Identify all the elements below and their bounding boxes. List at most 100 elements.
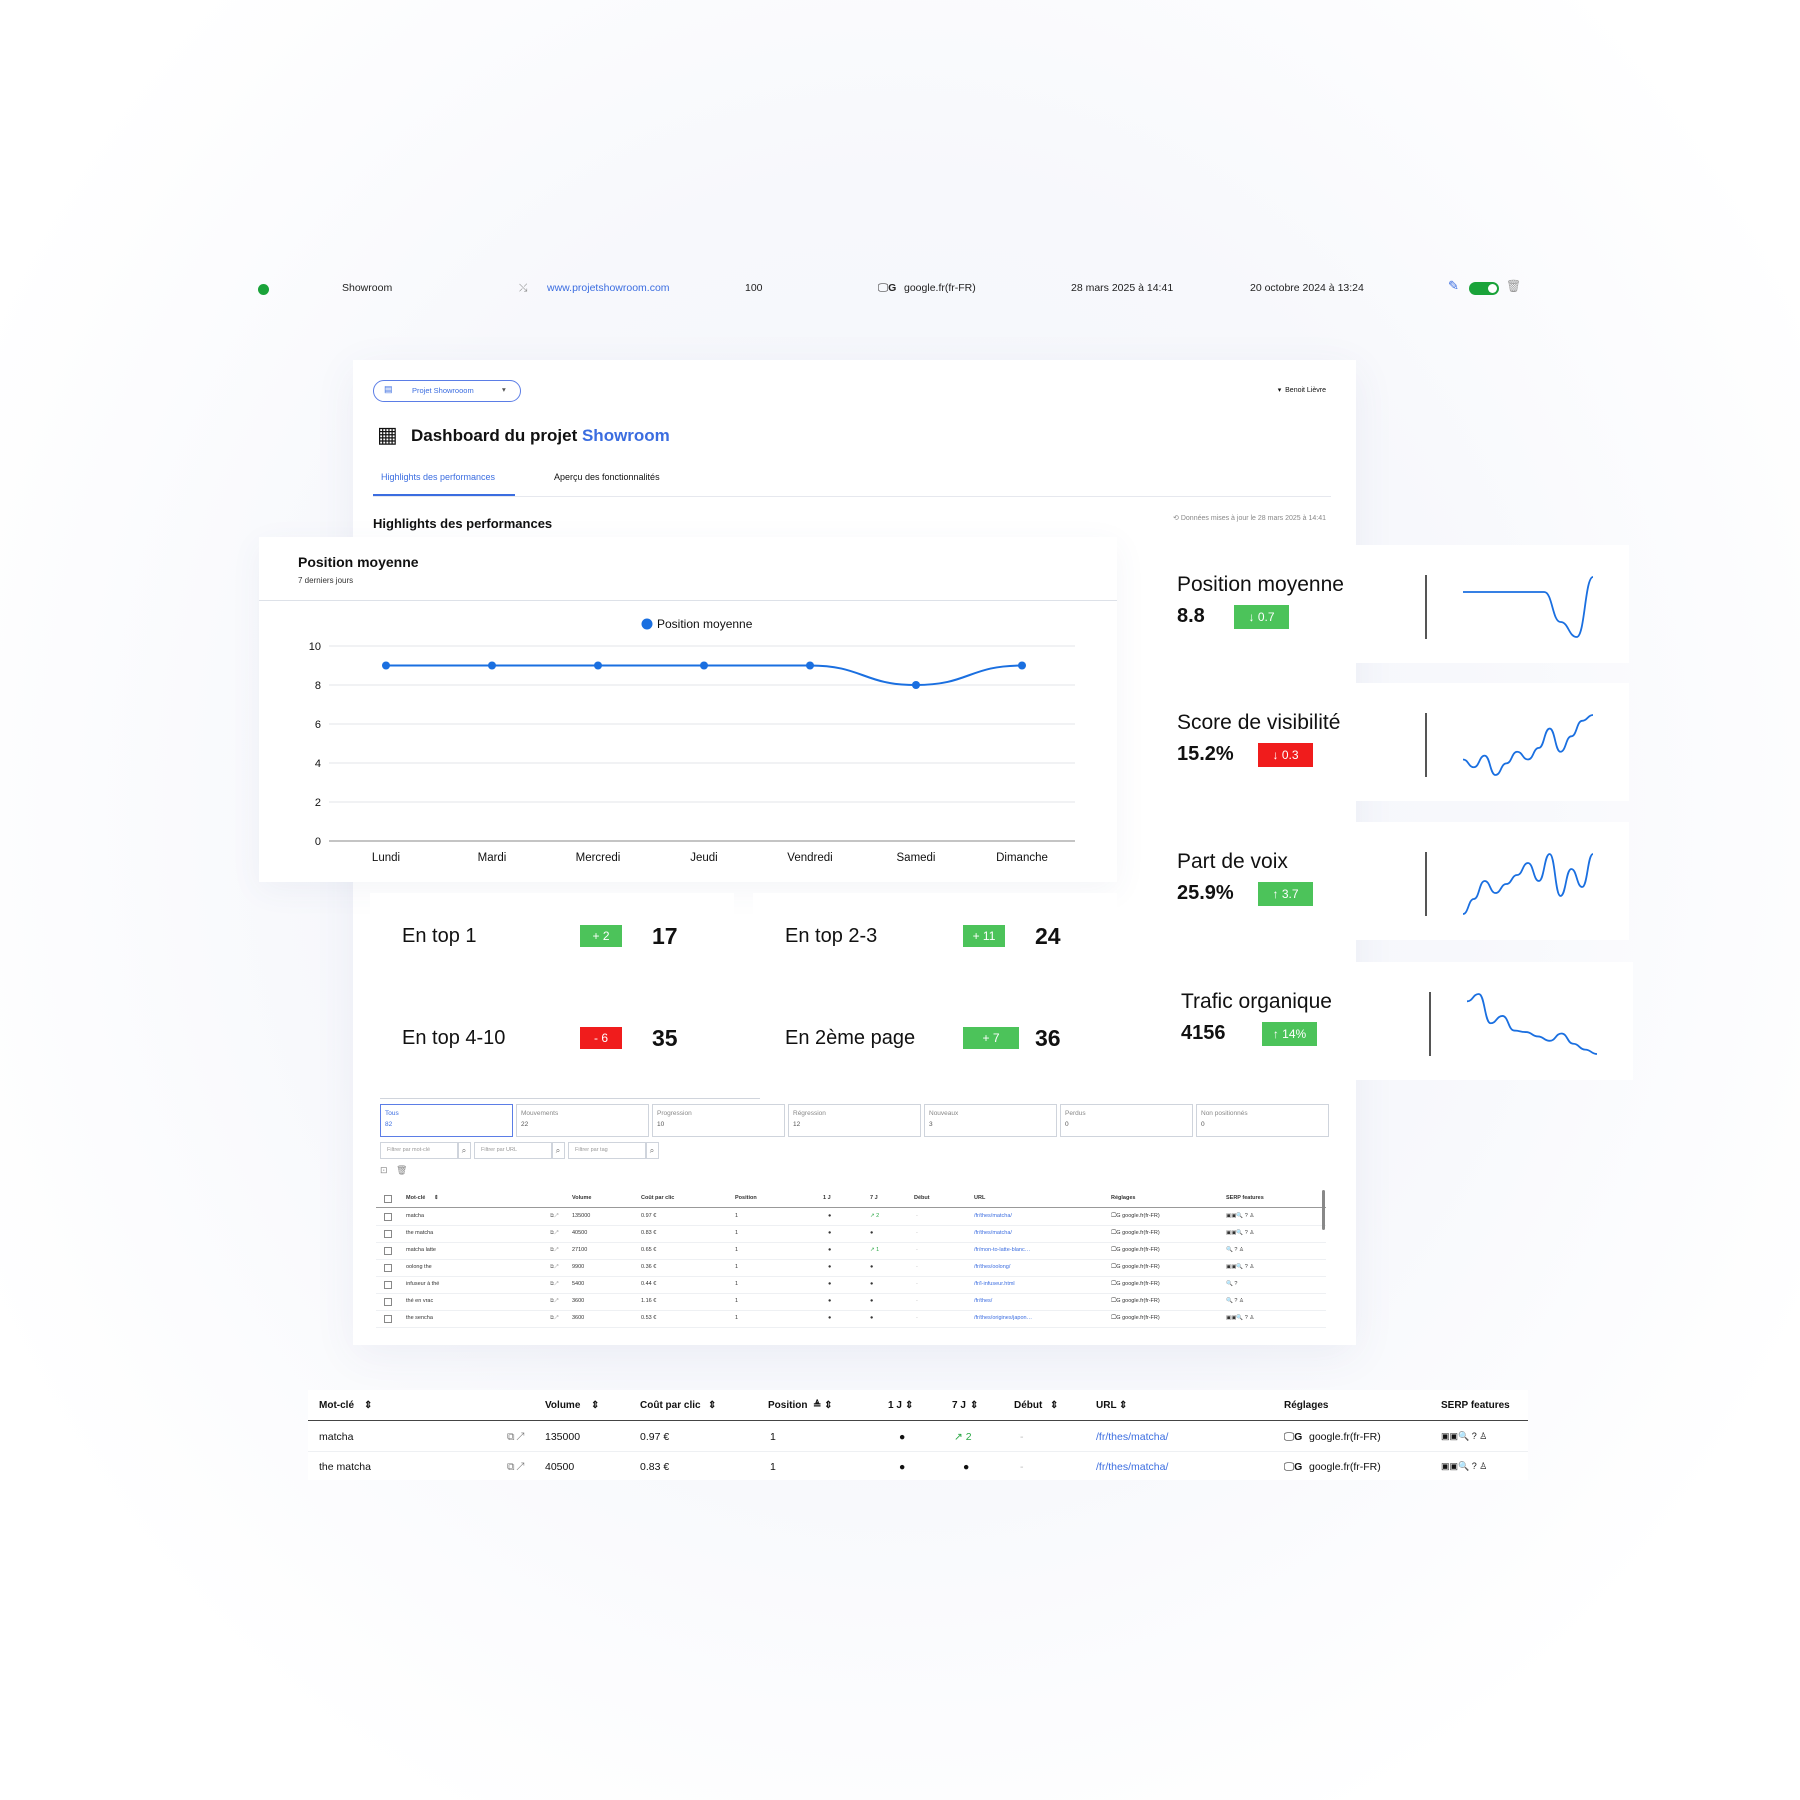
copy-icon[interactable]: ⧉↗ [550, 1213, 558, 1220]
serp-icons: ▣▣🔍 ? ♙ [1441, 1461, 1488, 1471]
table-row[interactable]: ⧉↗ matcha latte 27100 0.65 € 1 ● ↗ 1 - /fr/mon-t… [376, 1242, 1326, 1260]
search-icon[interactable]: ⌕ [457, 1142, 471, 1159]
average-position-chart-card: 0 2 4 6 8 10 Lundi Mardi Mercredi Jeudi Vendredi Sa… [259, 537, 1117, 882]
cell-serp: ▣▣🔍 ? ♙ [1226, 1315, 1255, 1321]
row-checkbox[interactable] [384, 1213, 392, 1221]
cell-cpc: 0.44 € [641, 1281, 657, 1287]
col-position[interactable]: Position [768, 1400, 807, 1411]
sort-icon[interactable]: ⇕ [591, 1400, 599, 1411]
sort-icon[interactable]: ⇕ [364, 1400, 372, 1411]
keyword-table-zoom: Mot-clé ⇕ Volume ⇕ Coût par clic ⇕ Position… [308, 1390, 1528, 1480]
chart-trend-icon: ⤯ [519, 282, 528, 294]
table-row[interactable]: ⧉↗ infuseur à thé 5400 0.44 € 1 ● ● - /fr/l-infu… [376, 1276, 1326, 1294]
row-checkbox[interactable] [384, 1315, 392, 1323]
trash-icon[interactable]: 🗑 [396, 1165, 407, 1176]
tag-filter-input[interactable]: Filtrer par tag [568, 1142, 647, 1159]
col-volume[interactable]: Volume [545, 1400, 580, 1411]
table-row[interactable]: the matcha ⧉↗ 40500 0.83 € 1 ● ● - /fr/t… [308, 1451, 1528, 1481]
cell-d1: ● [828, 1213, 832, 1219]
table-row[interactable]: ⧉↗ matcha 135000 0.97 € 1 ● ↗ 2 - /fr/thes/match… [376, 1208, 1326, 1226]
row-checkbox[interactable] [384, 1281, 392, 1289]
keyword-filter-input[interactable]: Filtrer par mot-clé [380, 1142, 459, 1159]
search-icon[interactable]: ⌕ [645, 1142, 659, 1159]
sort-icon[interactable]: ⇕ [905, 1400, 913, 1411]
col-url[interactable]: URL [1096, 1400, 1117, 1411]
col-7j[interactable]: 7 J [952, 1400, 966, 1411]
cell-d7: ● [870, 1315, 874, 1321]
cell-url[interactable]: /fr/thes/origines/japon… [974, 1315, 1032, 1321]
copy-icon[interactable]: ⧉↗ [550, 1247, 558, 1254]
project-name[interactable]: Showroom [342, 282, 392, 294]
row-checkbox[interactable] [384, 1230, 392, 1238]
table-row[interactable]: ⧉↗ thé en vrac 3600 1.16 € 1 ● ● - /fr/thes/ 🖵G g… [376, 1293, 1326, 1311]
tab-features[interactable]: Aperçu des fonctionnalités [554, 472, 660, 482]
copy-icon[interactable]: ⧉↗ [550, 1298, 558, 1305]
ranking-url[interactable]: /fr/thes/matcha/ [1096, 1431, 1168, 1443]
x-tick-label: Samedi [897, 852, 936, 864]
filter-progression[interactable]: Progression 10 [652, 1104, 785, 1137]
project-url[interactable]: www.projetshowroom.com [547, 282, 670, 294]
col-1j[interactable]: 1 J [888, 1400, 902, 1411]
row-checkbox[interactable] [384, 1247, 392, 1255]
copy-icon[interactable]: ⧉↗ [507, 1431, 527, 1444]
sort-icon[interactable]: ⇕ [708, 1400, 716, 1411]
filter-all[interactable]: Tous 82 [380, 1104, 513, 1137]
copy-icon[interactable]: ⧉↗ [507, 1461, 527, 1474]
table-scrollbar[interactable] [1322, 1190, 1325, 1230]
sort-icon[interactable]: ⇕ [970, 1400, 978, 1411]
copy-icon[interactable]: ⧉↗ [550, 1315, 558, 1322]
cell-engine: 🖵G google.fr(fr-FR) [1111, 1213, 1160, 1219]
table-row[interactable]: ⧉↗ the sencha 3600 0.53 € 1 ● ● - /fr/thes/origi… [376, 1310, 1326, 1328]
export-icon[interactable]: ⊡ [380, 1165, 388, 1176]
row-checkbox[interactable] [384, 1264, 392, 1272]
col-start[interactable]: Début [1014, 1400, 1042, 1411]
rank-label: En top 4-10 [402, 1027, 506, 1049]
filter-regression[interactable]: Régression 12 [788, 1104, 921, 1137]
filter-movements[interactable]: Mouvements 22 [516, 1104, 649, 1137]
cell-url[interactable]: /fr/thes/ [974, 1298, 992, 1304]
url-filter-input[interactable]: Filtrer par URL [474, 1142, 553, 1159]
table-row[interactable]: ⧉↗ oolong the 9900 0.36 € 1 ● ● - /fr/thes/oolon… [376, 1259, 1326, 1277]
sort-icon[interactable]: ≜ ⇕ [813, 1400, 833, 1411]
select-all-checkbox[interactable] [384, 1195, 392, 1203]
cell-url[interactable]: /fr/mon-to-latte-blanc… [974, 1247, 1030, 1253]
cell-url[interactable]: /fr/l-infuseur.html [974, 1281, 1015, 1287]
copy-icon[interactable]: ⧉↗ [550, 1281, 558, 1288]
cell-pos: 1 [735, 1315, 739, 1321]
filters-divider [380, 1098, 760, 1099]
row-checkbox[interactable] [384, 1298, 392, 1306]
copy-icon[interactable]: ⧉↗ [550, 1230, 558, 1237]
cell-url[interactable]: /fr/thes/oolong/ [974, 1264, 1010, 1270]
ranking-url[interactable]: /fr/thes/matcha/ [1096, 1461, 1168, 1473]
table-row[interactable]: matcha ⧉↗ 135000 0.97 € 1 ● ↗ 2 - /fr/th… [308, 1421, 1528, 1452]
start: - [1020, 1461, 1024, 1473]
cell-pos: 1 [735, 1264, 739, 1270]
position: 1 [770, 1461, 776, 1473]
sort-icon[interactable]: ⇕ [1050, 1400, 1058, 1411]
sparkline-path [1462, 853, 1594, 915]
filter-new[interactable]: Nouveaux 3 [924, 1104, 1057, 1137]
cell-start: - [916, 1213, 918, 1219]
data-point [700, 661, 708, 670]
cell-url[interactable]: /fr/thes/matcha/ [974, 1230, 1012, 1236]
tabs-divider [373, 496, 1331, 497]
filter-lost[interactable]: Perdus 0 [1060, 1104, 1193, 1137]
sort-icon[interactable]: ⇕ [1119, 1400, 1127, 1411]
table-row[interactable]: ⧉↗ the matcha 40500 0.83 € 1 ● ● - /fr/thes/matc… [376, 1225, 1326, 1243]
cell-engine: 🖵G google.fr(fr-FR) [1111, 1281, 1160, 1287]
col-cpc[interactable]: Coût par clic [640, 1400, 701, 1411]
cell-d7: ● [870, 1281, 874, 1287]
col-keyword[interactable]: Mot-clé [319, 1400, 354, 1411]
cell-url[interactable]: /fr/thes/matcha/ [974, 1213, 1012, 1219]
table-header: Mot-clé ⇕ Volume ⇕ Coût par clic ⇕ Position… [308, 1390, 1528, 1421]
copy-icon[interactable]: ⧉↗ [550, 1264, 558, 1271]
trash-icon[interactable]: 🗑 [1506, 279, 1521, 293]
edit-icon[interactable]: ✎ [1448, 278, 1459, 294]
user-menu[interactable]: ▾ Benoit Lièvre [1278, 386, 1326, 394]
tab-highlights[interactable]: Highlights des performances [381, 472, 495, 482]
project-select[interactable]: ▤ Projet Showrooom ▾ [373, 380, 521, 402]
search-icon[interactable]: ⌕ [551, 1142, 565, 1159]
project-row[interactable]: Showroom ⤯ www.projetshowroom.com 100 🖵G… [248, 274, 1548, 304]
filter-unpositioned[interactable]: Non positionnés 0 [1196, 1104, 1329, 1137]
project-toggle[interactable] [1469, 282, 1499, 295]
